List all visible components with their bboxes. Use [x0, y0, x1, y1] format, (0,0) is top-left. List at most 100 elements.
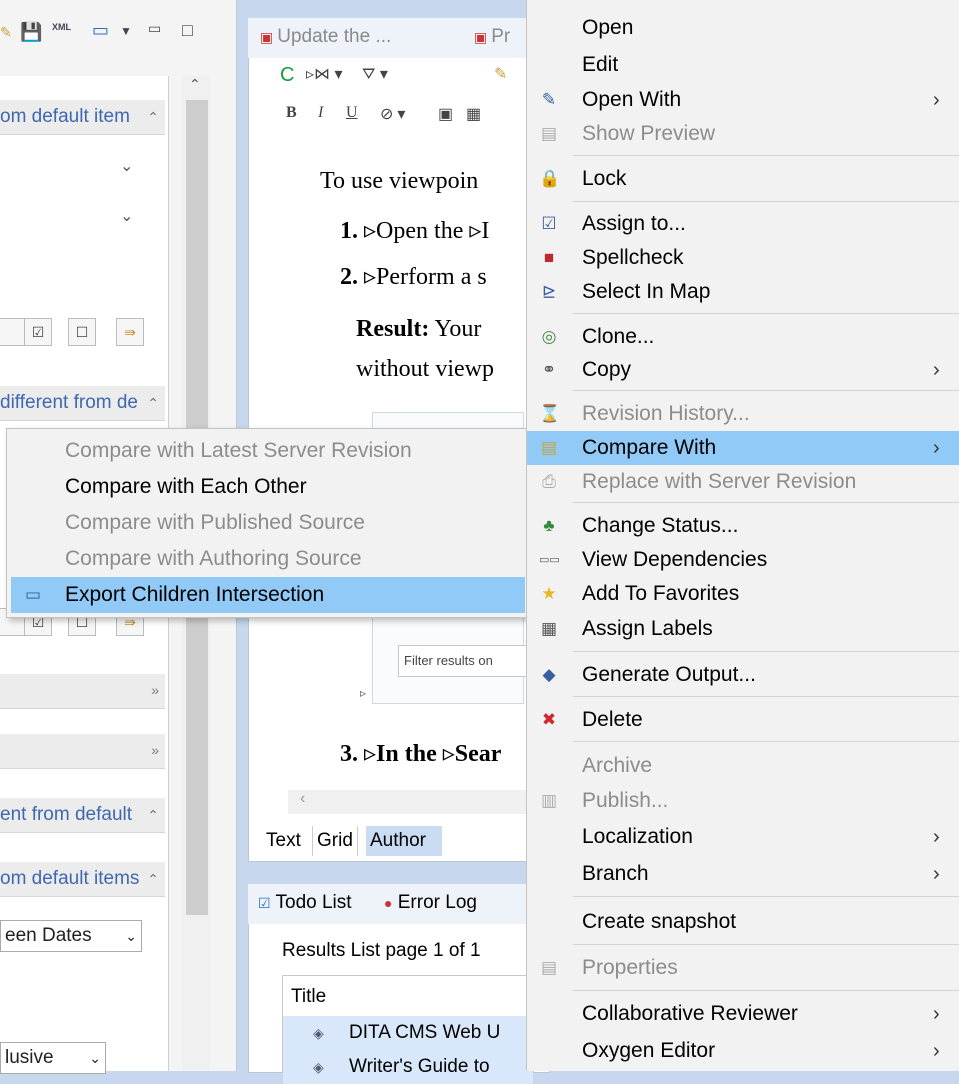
section-header-1[interactable]: om default item ⌃ [0, 100, 165, 135]
pencil-icon[interactable]: ✎ [0, 24, 12, 41]
section-header-4[interactable]: om default items ⌃ [0, 862, 165, 897]
section-header-3[interactable]: ent from default ⌃ [0, 798, 165, 833]
collapse-icon[interactable]: ⌃ [147, 798, 159, 832]
step-text: ▹Open the ▹I [364, 218, 490, 244]
refresh-icon[interactable]: C [280, 64, 294, 87]
uncheck-all-button[interactable]: ☐ [68, 318, 96, 346]
menu-item-compare-published[interactable]: Compare with Published Source [11, 505, 525, 541]
dropdown-icon[interactable]: ▼ [120, 24, 132, 38]
table-icon[interactable]: ▦ [466, 104, 481, 124]
view-menu-icon[interactable]: ▭ [92, 20, 109, 41]
chevron-down-icon[interactable]: ⌄ [120, 156, 133, 176]
menu-item-generate-output[interactable]: ◆ Generate Output... [527, 658, 959, 692]
tab-todo-list[interactable]: ☑ Todo List [258, 892, 352, 914]
menu-item-copy[interactable]: ⚭ Copy › [527, 353, 959, 387]
topic-icon: ◈ [313, 1025, 324, 1041]
menu-item-select-in-map[interactable]: ⊵ Select In Map [527, 275, 959, 309]
minimize-icon[interactable]: ▭ [148, 20, 161, 37]
menu-item-revision-history[interactable]: ⌛ Revision History... [527, 397, 959, 431]
link-icon[interactable]: ⊘ ▾ [380, 104, 405, 124]
menu-item-export-children-intersection[interactable]: ▭ Export Children Intersection [11, 577, 525, 613]
paragraph-text: To use viewpoin [320, 168, 479, 194]
menu-item-collaborative-reviewer[interactable]: Collaborative Reviewer › [527, 997, 959, 1031]
scroll-up-icon[interactable]: ⌃ [189, 76, 201, 93]
editor-tabs: ▣ Update the ... ▣ Pr [248, 18, 548, 58]
menu-item-add-to-favorites[interactable]: ★ Add To Favorites [527, 577, 959, 611]
italic-icon[interactable]: I [318, 104, 323, 122]
date-range-select[interactable]: een Dates ⌄ [0, 920, 142, 952]
chevron-down-icon[interactable]: ⌄ [120, 206, 133, 226]
editor-tab[interactable]: ▣ Update the ... [260, 26, 391, 48]
expand-icon[interactable]: » [151, 682, 159, 698]
filter-input: Filter results on [398, 645, 529, 677]
apply-button[interactable]: ⇛ [116, 318, 144, 346]
bold-icon[interactable]: B [286, 104, 297, 122]
menu-item-spellcheck[interactable]: ■ Spellcheck [527, 241, 959, 275]
edge-button[interactable] [0, 318, 27, 346]
menu-item-properties[interactable]: ▤ Properties [527, 951, 959, 985]
menu-item-label: Compare With [582, 436, 717, 459]
scroll-left-icon[interactable]: ‹ [300, 790, 305, 808]
image-icon[interactable]: ▣ [438, 104, 453, 124]
label-icon: ▦ [540, 619, 558, 638]
inclusive-select[interactable]: lusive ⌄ [0, 1042, 106, 1074]
menu-item-show-preview[interactable]: ▤ Show Preview [527, 117, 959, 151]
profiling-icon[interactable]: ▹⋈ ▾ [306, 64, 343, 84]
collapsed-section[interactable]: » [0, 734, 165, 769]
menu-item-clone[interactable]: ◎ Clone... [527, 320, 959, 354]
compare-icon: ▤ [540, 438, 558, 457]
submenu-arrow-icon: › [933, 863, 940, 885]
menu-item-label: Delete [582, 708, 643, 731]
menu-item-edit[interactable]: Edit [527, 48, 959, 82]
step-text: ▹In the ▹Sear [364, 741, 502, 767]
menu-item-open[interactable]: Open [527, 11, 959, 45]
menu-item-branch[interactable]: Branch › [527, 857, 959, 891]
menu-item-assign-to[interactable]: ☑ Assign to... [527, 207, 959, 241]
menu-item-compare-each-other[interactable]: Compare with Each Other [11, 469, 525, 505]
expand-icon[interactable]: » [151, 742, 159, 758]
menu-item-lock[interactable]: 🔒 Lock [527, 162, 959, 196]
horizontal-scrollbar[interactable]: ‹ [288, 790, 528, 814]
collapse-icon[interactable]: ⌃ [147, 862, 159, 896]
table-header[interactable]: Title [291, 980, 541, 1014]
collapse-icon[interactable]: ⌃ [147, 386, 159, 420]
check-all-button[interactable]: ☑ [24, 318, 52, 346]
table-row[interactable]: ◈ Writer's Guide to [283, 1050, 533, 1084]
menu-item-label: Compare with Published Source [65, 511, 365, 534]
tab-author[interactable]: Author [366, 826, 442, 856]
maximize-icon[interactable]: □ [182, 20, 193, 41]
menu-item-compare-authoring[interactable]: Compare with Authoring Source [11, 541, 525, 577]
chevron-down-icon: ⌄ [125, 928, 137, 944]
menu-item-compare-with[interactable]: ▤ Compare With › [527, 431, 959, 465]
menu-item-change-status[interactable]: ♣ Change Status... [527, 509, 959, 543]
menu-item-publish[interactable]: ▥ Publish... [527, 784, 959, 818]
menu-item-delete[interactable]: ✖ Delete [527, 703, 959, 737]
xml-icon[interactable]: XML [52, 22, 71, 32]
menu-item-open-with[interactable]: ✎ Open With › [527, 83, 959, 117]
collapse-icon[interactable]: ⌃ [147, 100, 159, 134]
dependencies-icon: ▭▭ [539, 554, 560, 566]
menu-item-assign-labels[interactable]: ▦ Assign Labels [527, 612, 959, 646]
tab-error-log[interactable]: ● Error Log [384, 892, 477, 914]
menu-item-create-snapshot[interactable]: Create snapshot [527, 905, 959, 939]
step-text: ▹Perform a s [364, 264, 487, 290]
menu-item-localization[interactable]: Localization › [527, 820, 959, 854]
edit-icon[interactable]: ✎ [494, 64, 507, 84]
tab-grid[interactable]: Grid [312, 826, 358, 856]
underline-icon[interactable]: U [346, 104, 358, 122]
editor-tab[interactable]: ▣ Pr [474, 26, 510, 48]
menu-item-archive[interactable]: Archive [527, 749, 959, 783]
filter-icon[interactable]: ⛛ ▾ [362, 64, 388, 84]
save-icon[interactable]: 💾 [20, 22, 42, 43]
collapsed-section[interactable]: » [0, 674, 165, 709]
table-row[interactable]: ◈ DITA CMS Web U [283, 1016, 533, 1050]
menu-item-oxygen-editor[interactable]: Oxygen Editor › [527, 1034, 959, 1068]
tab-text[interactable]: Text [262, 826, 305, 856]
star-icon: ★ [541, 584, 557, 603]
menu-item-compare-latest-server[interactable]: Compare with Latest Server Revision [11, 433, 525, 469]
menu-item-label: Publish... [582, 789, 669, 812]
menu-item-replace-server-revision[interactable]: ⎙ Replace with Server Revision [527, 465, 959, 499]
menu-item-view-dependencies[interactable]: ▭▭ View Dependencies [527, 543, 959, 577]
collapse-triangle-icon[interactable]: ▹ [360, 686, 366, 700]
section-header-2[interactable]: different from de ⌃ [0, 386, 165, 421]
